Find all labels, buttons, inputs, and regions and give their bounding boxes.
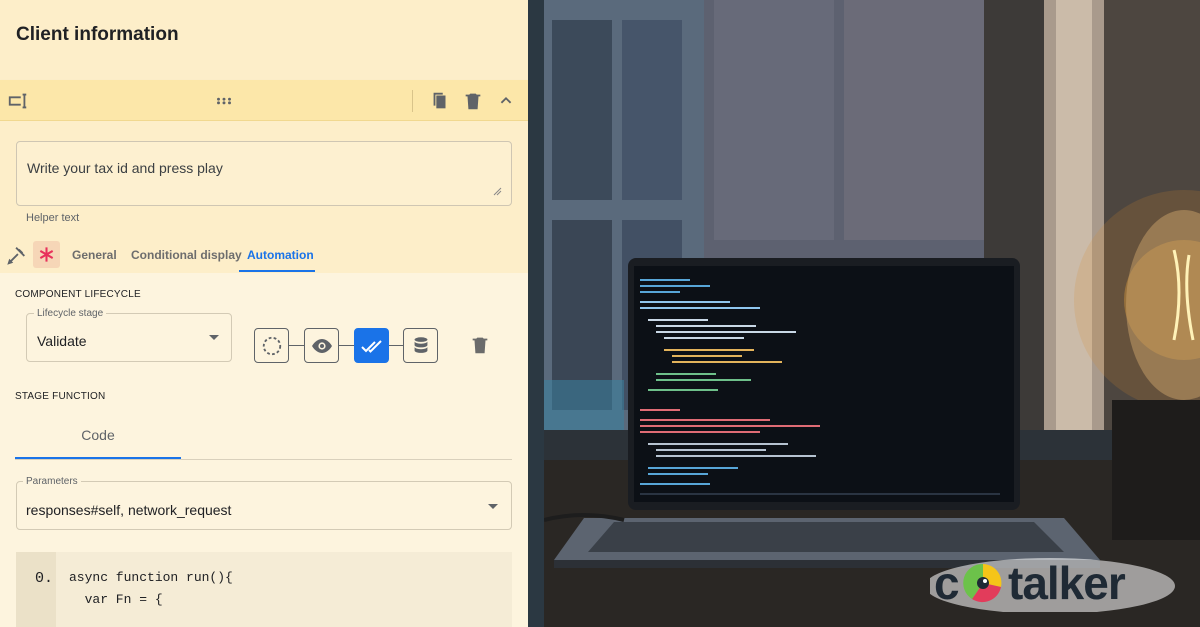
copy-icon[interactable] bbox=[429, 90, 451, 112]
stage-loading-button[interactable] bbox=[254, 328, 289, 363]
textfield-icon[interactable] bbox=[7, 90, 29, 112]
parameters-value: responses#self, network_request bbox=[26, 502, 232, 518]
panel-divider bbox=[528, 0, 544, 627]
lifecycle-stage-legend: Lifecycle stage bbox=[34, 308, 107, 319]
database-icon bbox=[414, 336, 427, 353]
stage-function-section-label: STAGE FUNCTION bbox=[15, 391, 106, 402]
tab-conditional-display[interactable]: Conditional display bbox=[131, 248, 242, 262]
collapse-chevron-icon[interactable] bbox=[495, 90, 517, 112]
line-number: 0. bbox=[35, 570, 54, 587]
parameters-select[interactable]: Parameters responses#self, network_reque… bbox=[16, 476, 512, 530]
parameters-legend: Parameters bbox=[23, 476, 81, 487]
loading-icon bbox=[262, 336, 281, 355]
field-textarea[interactable] bbox=[16, 141, 512, 206]
double-check-icon bbox=[360, 339, 382, 353]
code-tab-divider bbox=[15, 459, 512, 460]
delete-stage-icon[interactable] bbox=[469, 334, 491, 356]
page-title: Client information bbox=[16, 24, 179, 45]
form-builder-panel: Client information Helper text Ge bbox=[0, 0, 528, 627]
lifecycle-stage-select[interactable]: Lifecycle stage Validate bbox=[26, 308, 232, 362]
eye-icon bbox=[311, 338, 332, 353]
drag-handle-icon[interactable] bbox=[213, 90, 235, 112]
cotalker-logo: c talker bbox=[930, 556, 1180, 612]
logo-text-right: talker bbox=[1008, 557, 1126, 609]
resize-grip-icon[interactable] bbox=[492, 186, 502, 196]
delete-icon[interactable] bbox=[462, 90, 484, 112]
toolbar-divider bbox=[412, 90, 413, 112]
laptop-scene-illustration bbox=[544, 0, 1200, 627]
tab-general[interactable]: General bbox=[72, 248, 117, 262]
stage-connector bbox=[289, 345, 304, 346]
stage-render-button[interactable] bbox=[304, 328, 339, 363]
tab-code[interactable]: Code bbox=[15, 411, 181, 459]
laptop-photo bbox=[544, 0, 1200, 627]
tab-automation[interactable]: Automation bbox=[247, 248, 314, 262]
code-editor[interactable] bbox=[16, 552, 512, 627]
active-tab-indicator bbox=[239, 270, 315, 272]
code-line[interactable]: var Fn = { bbox=[69, 592, 163, 607]
stage-validate-button[interactable] bbox=[354, 328, 389, 363]
code-gutter bbox=[16, 552, 56, 627]
stage-save-button[interactable] bbox=[403, 328, 438, 363]
required-toggle[interactable] bbox=[33, 241, 60, 268]
chevron-down-icon bbox=[209, 335, 219, 340]
asterisk-icon bbox=[39, 247, 54, 262]
stage-connector bbox=[339, 345, 354, 346]
lifecycle-section-label: COMPONENT LIFECYCLE bbox=[15, 289, 141, 300]
code-line[interactable]: async function run(){ bbox=[69, 570, 233, 585]
logo-text-left: c bbox=[934, 557, 960, 609]
stage-connector bbox=[389, 345, 403, 346]
logo-mark-icon bbox=[963, 563, 1002, 603]
lifecycle-stage-value: Validate bbox=[37, 333, 87, 349]
code-tab-indicator bbox=[15, 457, 181, 459]
tools-icon[interactable] bbox=[6, 244, 28, 266]
component-toolbar bbox=[0, 80, 528, 121]
chevron-down-icon bbox=[488, 504, 498, 509]
helper-text: Helper text bbox=[26, 212, 80, 224]
